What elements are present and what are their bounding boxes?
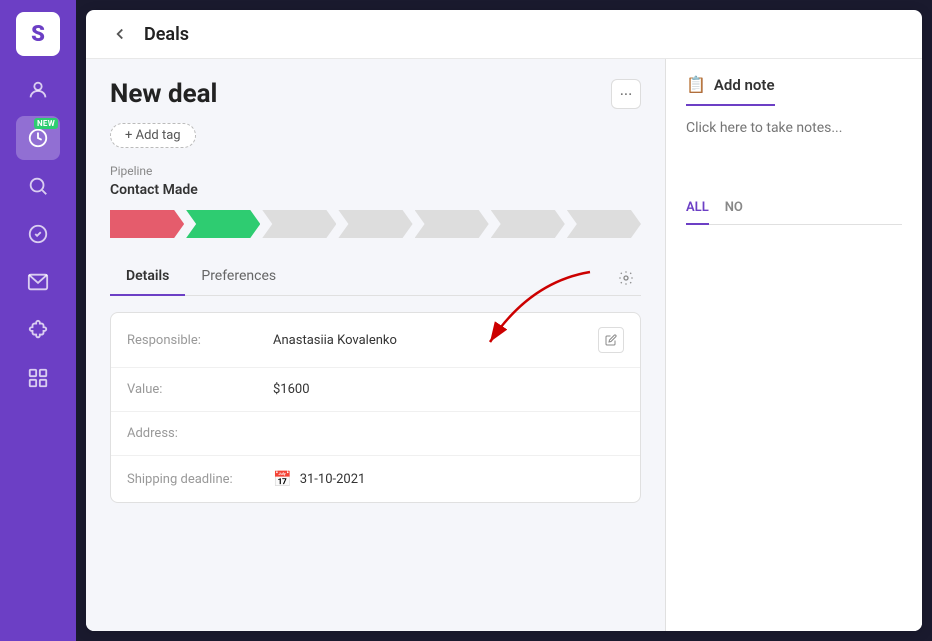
sidebar-item-tasks[interactable]	[16, 212, 60, 256]
sidebar-item-deals[interactable]: NEW	[16, 116, 60, 160]
details-table: Responsible: Anastasiia Kovalenko Value:…	[110, 312, 641, 503]
pipeline-step-4	[338, 210, 412, 238]
tab-preferences[interactable]: Preferences	[185, 260, 292, 296]
add-note-label: Add note	[714, 76, 775, 94]
shipping-label: Shipping deadline:	[127, 472, 257, 487]
pipeline-label: Pipeline	[110, 164, 641, 178]
deal-header: New deal ···	[110, 79, 641, 109]
back-button[interactable]	[106, 20, 134, 48]
sidebar-item-integrations[interactable]	[16, 308, 60, 352]
table-row: Address:	[111, 412, 640, 456]
edit-responsible-button[interactable]	[598, 327, 624, 353]
app-logo: S	[16, 12, 60, 56]
topbar: Deals	[86, 10, 922, 59]
note-input[interactable]	[686, 120, 902, 180]
more-options-button[interactable]: ···	[611, 79, 641, 109]
pipeline-step-6	[491, 210, 565, 238]
pipeline-step-7	[567, 210, 641, 238]
pipeline-step-3	[262, 210, 336, 238]
sidebar-item-search[interactable]	[16, 164, 60, 208]
calendar-icon: 📅	[273, 470, 292, 488]
left-panel: New deal ··· + Add tag Pipeline Contact …	[86, 59, 666, 631]
sidebar-item-dashboard[interactable]	[16, 356, 60, 400]
pipeline-progress	[110, 210, 641, 238]
responsible-label: Responsible:	[127, 333, 257, 348]
right-panel: 📋 Add note ALL NO	[666, 59, 922, 631]
add-tag-button[interactable]: + Add tag	[110, 123, 196, 148]
tab-details[interactable]: Details	[110, 260, 185, 296]
shipping-date: 31-10-2021	[300, 472, 366, 487]
new-badge: NEW	[34, 118, 58, 129]
pipeline-step-1	[110, 210, 184, 238]
sidebar: S NEW	[0, 0, 76, 641]
add-tag-label: + Add tag	[125, 128, 181, 143]
table-row: Value: $1600	[111, 368, 640, 412]
note-icon: 📋	[686, 75, 706, 94]
value-label: Value:	[127, 382, 257, 397]
details-section: Responsible: Anastasiia Kovalenko Value:…	[110, 312, 641, 503]
tabs-row: Details Preferences	[110, 260, 641, 296]
body-layout: New deal ··· + Add tag Pipeline Contact …	[86, 59, 922, 631]
details-tabs: Details Preferences	[110, 260, 292, 295]
table-row: Responsible: Anastasiia Kovalenko	[111, 313, 640, 368]
address-label: Address:	[127, 426, 257, 441]
responsible-value: Anastasiia Kovalenko	[273, 333, 582, 348]
pipeline-stage: Contact Made	[110, 182, 641, 198]
page-title: Deals	[144, 24, 189, 45]
sidebar-item-mail[interactable]	[16, 260, 60, 304]
shipping-value: 📅 31-10-2021	[273, 470, 624, 488]
value-amount: $1600	[273, 382, 624, 397]
pipeline-step-2	[186, 210, 260, 238]
filter-tab-no[interactable]: NO	[725, 200, 743, 225]
sidebar-item-contacts[interactable]	[16, 68, 60, 112]
table-row: Shipping deadline: 📅 31-10-2021	[111, 456, 640, 502]
settings-gear-button[interactable]	[611, 263, 641, 293]
pipeline-step-5	[415, 210, 489, 238]
main-content: Deals New deal ··· + Add tag Pipeline Co…	[86, 10, 922, 631]
add-note-tab[interactable]: 📋 Add note	[686, 75, 775, 106]
filter-tab-all[interactable]: ALL	[686, 200, 709, 225]
filter-tabs: ALL NO	[686, 200, 902, 225]
deal-title: New deal	[110, 79, 217, 109]
